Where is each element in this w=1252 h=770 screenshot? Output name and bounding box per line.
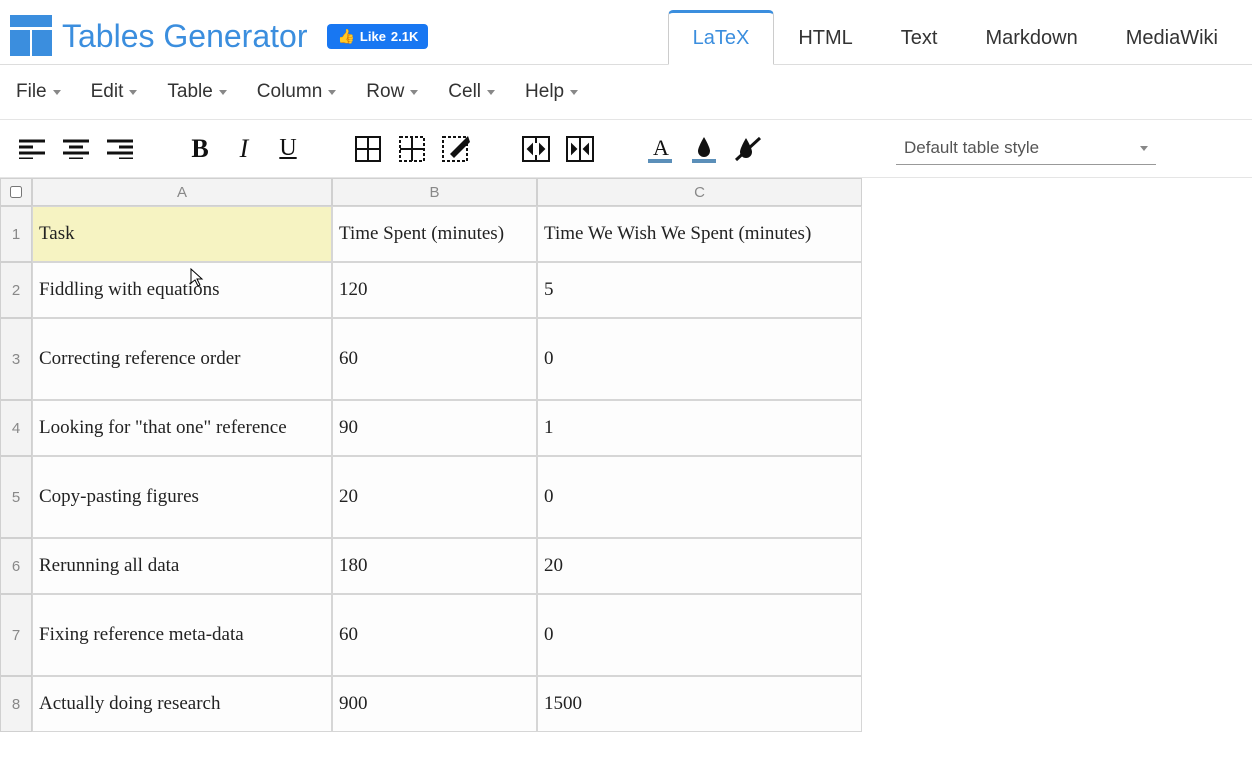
tab-markdown[interactable]: Markdown	[961, 13, 1101, 64]
tab-text[interactable]: Text	[877, 13, 962, 64]
format-tabs: LaTeXHTMLTextMarkdownMediaWiki	[668, 8, 1242, 64]
logo-icon	[10, 15, 52, 57]
cell-A1[interactable]: Task	[32, 206, 332, 262]
cell-B7[interactable]: 60	[332, 594, 537, 676]
chevron-down-icon	[570, 90, 578, 95]
cell-C6[interactable]: 20	[537, 538, 862, 594]
cell-B8[interactable]: 900	[332, 676, 537, 732]
menu-cell[interactable]: Cell	[448, 81, 495, 103]
split-cells-button[interactable]	[564, 133, 596, 165]
cell-C8[interactable]: 1500	[537, 676, 862, 732]
column-header-B[interactable]: B	[332, 178, 537, 206]
cell-A2[interactable]: Fiddling with equations	[32, 262, 332, 318]
row-header-3[interactable]: 3	[0, 318, 32, 400]
select-all-corner[interactable]	[0, 178, 32, 206]
cell-C5[interactable]: 0	[537, 456, 862, 538]
cell-B4[interactable]: 90	[332, 400, 537, 456]
row-header-7[interactable]: 7	[0, 594, 32, 676]
menu-help[interactable]: Help	[525, 81, 578, 103]
chevron-down-icon	[328, 90, 336, 95]
header: Tables Generator 👍 Like 2.1K LaTeXHTMLTe…	[0, 0, 1252, 65]
facebook-like-button[interactable]: 👍 Like 2.1K	[327, 24, 428, 49]
underline-button[interactable]: U	[272, 133, 304, 165]
cell-A3[interactable]: Correcting reference order	[32, 318, 332, 400]
site-title[interactable]: Tables Generator	[62, 18, 307, 55]
tab-html[interactable]: HTML	[774, 13, 876, 64]
merge-cells-button[interactable]	[520, 133, 552, 165]
row-header-1[interactable]: 1	[0, 206, 32, 262]
svg-text:A: A	[653, 135, 669, 160]
cell-B6[interactable]: 180	[332, 538, 537, 594]
cell-C2[interactable]: 5	[537, 262, 862, 318]
style-select-value: Default table style	[904, 138, 1039, 157]
column-header-A[interactable]: A	[32, 178, 332, 206]
menu-file[interactable]: File	[16, 81, 61, 103]
fill-color-button[interactable]	[688, 133, 720, 165]
chevron-down-icon	[53, 90, 61, 95]
chevron-down-icon	[487, 90, 495, 95]
align-right-button[interactable]	[104, 133, 136, 165]
row-header-5[interactable]: 5	[0, 456, 32, 538]
column-headers: ABC	[32, 178, 862, 206]
tab-mediawiki[interactable]: MediaWiki	[1102, 13, 1242, 64]
borders-inner-button[interactable]	[396, 133, 428, 165]
toolbar: B I U A Default table style	[0, 120, 1252, 178]
italic-button[interactable]: I	[228, 133, 260, 165]
menubar: File Edit Table Column Row Cell Help	[0, 65, 1252, 120]
borders-custom-button[interactable]	[440, 133, 472, 165]
cell-A5[interactable]: Copy-pasting figures	[32, 456, 332, 538]
menu-table[interactable]: Table	[167, 81, 226, 103]
cell-B1[interactable]: Time Spent (minutes)	[332, 206, 537, 262]
align-center-button[interactable]	[60, 133, 92, 165]
menu-edit[interactable]: Edit	[91, 81, 138, 103]
row-header-4[interactable]: 4	[0, 400, 32, 456]
chevron-down-icon	[1140, 146, 1148, 151]
cell-C4[interactable]: 1	[537, 400, 862, 456]
cell-B3[interactable]: 60	[332, 318, 537, 400]
bold-button[interactable]: B	[184, 133, 216, 165]
row-header-6[interactable]: 6	[0, 538, 32, 594]
clear-formatting-button[interactable]	[732, 133, 764, 165]
cell-B5[interactable]: 20	[332, 456, 537, 538]
table-style-select[interactable]: Default table style	[896, 132, 1156, 165]
chevron-down-icon	[219, 90, 227, 95]
column-header-C[interactable]: C	[537, 178, 862, 206]
cell-A8[interactable]: Actually doing research	[32, 676, 332, 732]
fb-like-label: Like	[360, 29, 386, 44]
cell-C1[interactable]: Time We Wish We Spent (minutes)	[537, 206, 862, 262]
text-color-button[interactable]: A	[644, 133, 676, 165]
spreadsheet: ABC 1TaskTime Spent (minutes)Time We Wis…	[0, 178, 1252, 732]
select-all-checkbox[interactable]	[10, 186, 22, 198]
menu-column[interactable]: Column	[257, 81, 336, 103]
cell-B2[interactable]: 120	[332, 262, 537, 318]
cell-C3[interactable]: 0	[537, 318, 862, 400]
grid-body: 1TaskTime Spent (minutes)Time We Wish We…	[0, 206, 1252, 732]
cell-A4[interactable]: Looking for "that one" reference	[32, 400, 332, 456]
align-left-button[interactable]	[16, 133, 48, 165]
cell-C7[interactable]: 0	[537, 594, 862, 676]
chevron-down-icon	[410, 90, 418, 95]
chevron-down-icon	[129, 90, 137, 95]
cell-A6[interactable]: Rerunning all data	[32, 538, 332, 594]
row-header-8[interactable]: 8	[0, 676, 32, 732]
cell-A7[interactable]: Fixing reference meta-data	[32, 594, 332, 676]
row-header-2[interactable]: 2	[0, 262, 32, 318]
fb-like-count: 2.1K	[391, 29, 418, 44]
thumb-up-icon: 👍	[337, 28, 354, 45]
menu-row[interactable]: Row	[366, 81, 418, 103]
tab-latex[interactable]: LaTeX	[668, 10, 775, 65]
borders-all-button[interactable]	[352, 133, 384, 165]
